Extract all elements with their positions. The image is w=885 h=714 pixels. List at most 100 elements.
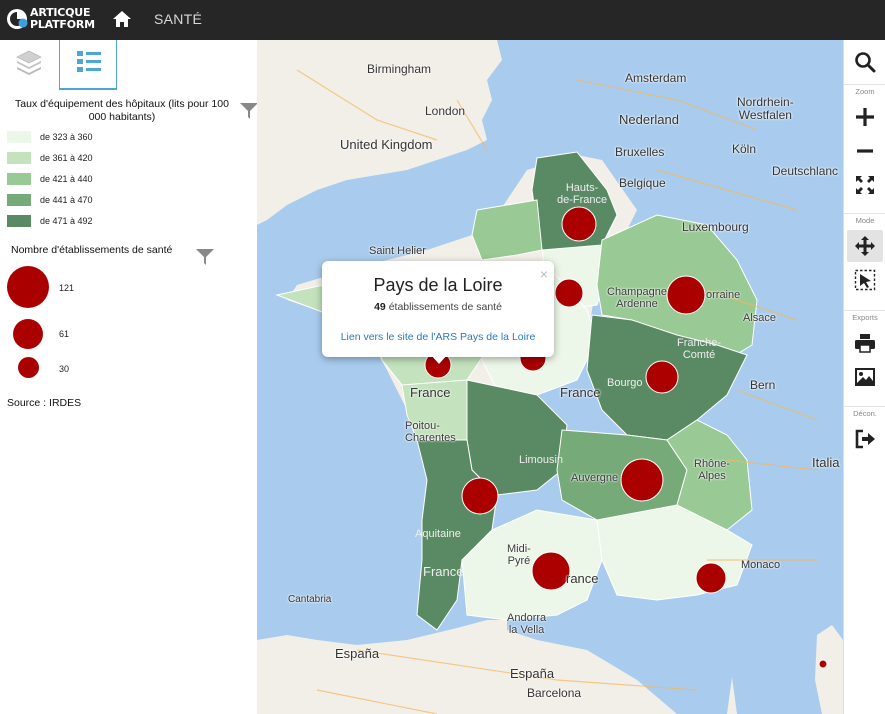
legend-swatch-3 [7, 173, 31, 185]
map-label-birmingham: Birmingham [367, 62, 432, 76]
layers-icon [16, 50, 42, 75]
map-label-italia: Italia [812, 455, 840, 470]
filter-icon [240, 103, 258, 119]
map-label-bruxelles: Bruxelles [615, 145, 665, 159]
symbol-grand-est[interactable] [666, 275, 706, 315]
map-label-nordrhein: Nordrhein- Westfalen [737, 95, 794, 122]
map-label-france-sw: France [423, 564, 464, 579]
legend-swatch-4 [7, 194, 31, 206]
map-label-barcelona: Barcelona [527, 686, 582, 700]
legend-circle-label: 30 [59, 364, 70, 374]
map-label-hauts-de-france: Hauts- de-France [557, 182, 608, 206]
print-icon [855, 334, 875, 353]
land-corsica [815, 625, 843, 714]
map-label-koln: Köln [732, 142, 757, 156]
map-label-espana-1: España [335, 646, 380, 661]
right-toolbar: Zoom Mode Exports Décon. [843, 40, 885, 714]
move-icon [855, 236, 875, 256]
symbol-corse[interactable] [818, 659, 828, 669]
region-popup: × Pays de la Loire 49 établissements de … [322, 261, 554, 357]
legend-circle-large [7, 266, 49, 308]
minus-icon [857, 149, 873, 153]
legend-class-label: de 441 à 470 [40, 195, 93, 205]
popup-close-button[interactable]: × [540, 266, 548, 282]
map-label-luxembourg: Luxembourg [682, 220, 749, 234]
popup-ars-link[interactable]: Lien vers le site de l'ARS Pays de la Lo… [322, 331, 554, 343]
symbol-bourgogne[interactable] [645, 360, 679, 394]
map-label-cantabria: Cantabria [288, 594, 332, 605]
plus-icon [856, 108, 874, 126]
symbols-filter-button[interactable] [195, 247, 215, 267]
choropleth-filter-button[interactable] [239, 101, 259, 121]
map-label-nederland: Nederland [619, 112, 679, 127]
zoom-out-button[interactable] [847, 135, 883, 167]
top-bar: ARTICQUE PLATFORM SANTÉ [0, 0, 885, 40]
symbol-provence[interactable] [695, 562, 727, 594]
home-button[interactable] [111, 8, 133, 30]
legend-circle-label: 61 [59, 329, 70, 339]
symbol-aquitaine[interactable] [461, 477, 499, 515]
symbol-rhone-alpes[interactable] [620, 458, 664, 502]
zoom-group-label: Zoom [844, 84, 885, 96]
legend-class-label: de 471 à 492 [40, 216, 93, 226]
mode-group-label: Mode [844, 213, 885, 225]
articque-logo[interactable]: ARTICQUE PLATFORM [6, 6, 102, 34]
print-button[interactable] [847, 327, 883, 359]
symbols-legend-title: Nombre d'établissements de santé [11, 244, 173, 256]
map-label-bern: Bern [750, 378, 776, 392]
fullscreen-icon [856, 176, 874, 194]
map-label-rhone-alpes: Rhône- Alpes [694, 458, 731, 482]
legend-list-icon [77, 51, 101, 72]
legend-swatch-2 [7, 152, 31, 164]
section-title: SANTÉ [154, 11, 203, 27]
legend-swatch-5 [7, 215, 31, 227]
legend-class-label: de 323 à 360 [40, 132, 93, 142]
map-label-auvergne: Auvergne [571, 472, 619, 484]
map-label-aquitaine: Aquitaine [415, 528, 461, 540]
legend-class-label: de 361 à 420 [40, 153, 93, 163]
region-normandie[interactable] [471, 199, 543, 261]
popup-arrow [431, 355, 447, 364]
map-label-limousin: Limousin [519, 454, 564, 466]
map-label-belgique: Belgique [619, 176, 666, 190]
symbol-midi-pyrenees[interactable] [531, 551, 571, 591]
map-label-midi-pyrenees: Midi- Pyré [507, 543, 531, 567]
popup-count: 49 [374, 301, 386, 313]
tab-layers[interactable] [0, 40, 58, 90]
map-label-alsace: Alsace [743, 312, 777, 324]
map-label-deutschland: Deutschlanc [772, 164, 839, 178]
map-label-france-center: France [560, 385, 601, 400]
export-image-button[interactable] [847, 361, 883, 393]
map-label-amsterdam: Amsterdam [625, 71, 687, 85]
data-source: Source : IRDES [7, 397, 82, 409]
exports-group-label: Exports [844, 310, 885, 322]
zoom-extent-button[interactable] [847, 169, 883, 201]
search-button[interactable] [847, 46, 883, 78]
logout-button[interactable] [847, 423, 883, 455]
map-label-lorraine: orraine [706, 289, 741, 301]
app-root: ARTICQUE PLATFORM SANTÉ Taux d'équipemen… [0, 0, 885, 714]
choropleth-legend-title: Taux d'équipement des hôpitaux (lits pou… [15, 98, 229, 123]
zoom-in-button[interactable] [847, 101, 883, 133]
map-label-london: London [425, 104, 466, 118]
articque-logo-icon [7, 9, 28, 29]
symbol-ile-de-france[interactable] [554, 278, 584, 308]
legend-swatch-1 [7, 131, 31, 143]
map-label-france-ouest: France [410, 385, 451, 400]
map-view[interactable]: Birmingham Amsterdam London Nederland No… [257, 40, 843, 714]
logout-icon [855, 429, 875, 449]
popup-count-suffix: établissements de santé [388, 301, 502, 313]
tab-legend[interactable] [59, 40, 117, 90]
logo-text: ARTICQUE PLATFORM [30, 6, 95, 31]
filter-icon [196, 249, 214, 265]
map-label-monaco: Monaco [741, 559, 781, 571]
select-mode-button[interactable] [847, 264, 883, 296]
home-icon [113, 11, 131, 27]
map-label-espana-2: España [510, 666, 555, 681]
search-icon [855, 52, 876, 73]
pan-mode-button[interactable] [847, 230, 883, 262]
symbol-hauts-de-france[interactable] [561, 206, 597, 242]
map-label-champagne: Champagne Ardenne [607, 286, 667, 310]
popup-subtitle: 49 établissements de santé [322, 301, 554, 313]
legend-circle-medium [13, 319, 43, 349]
